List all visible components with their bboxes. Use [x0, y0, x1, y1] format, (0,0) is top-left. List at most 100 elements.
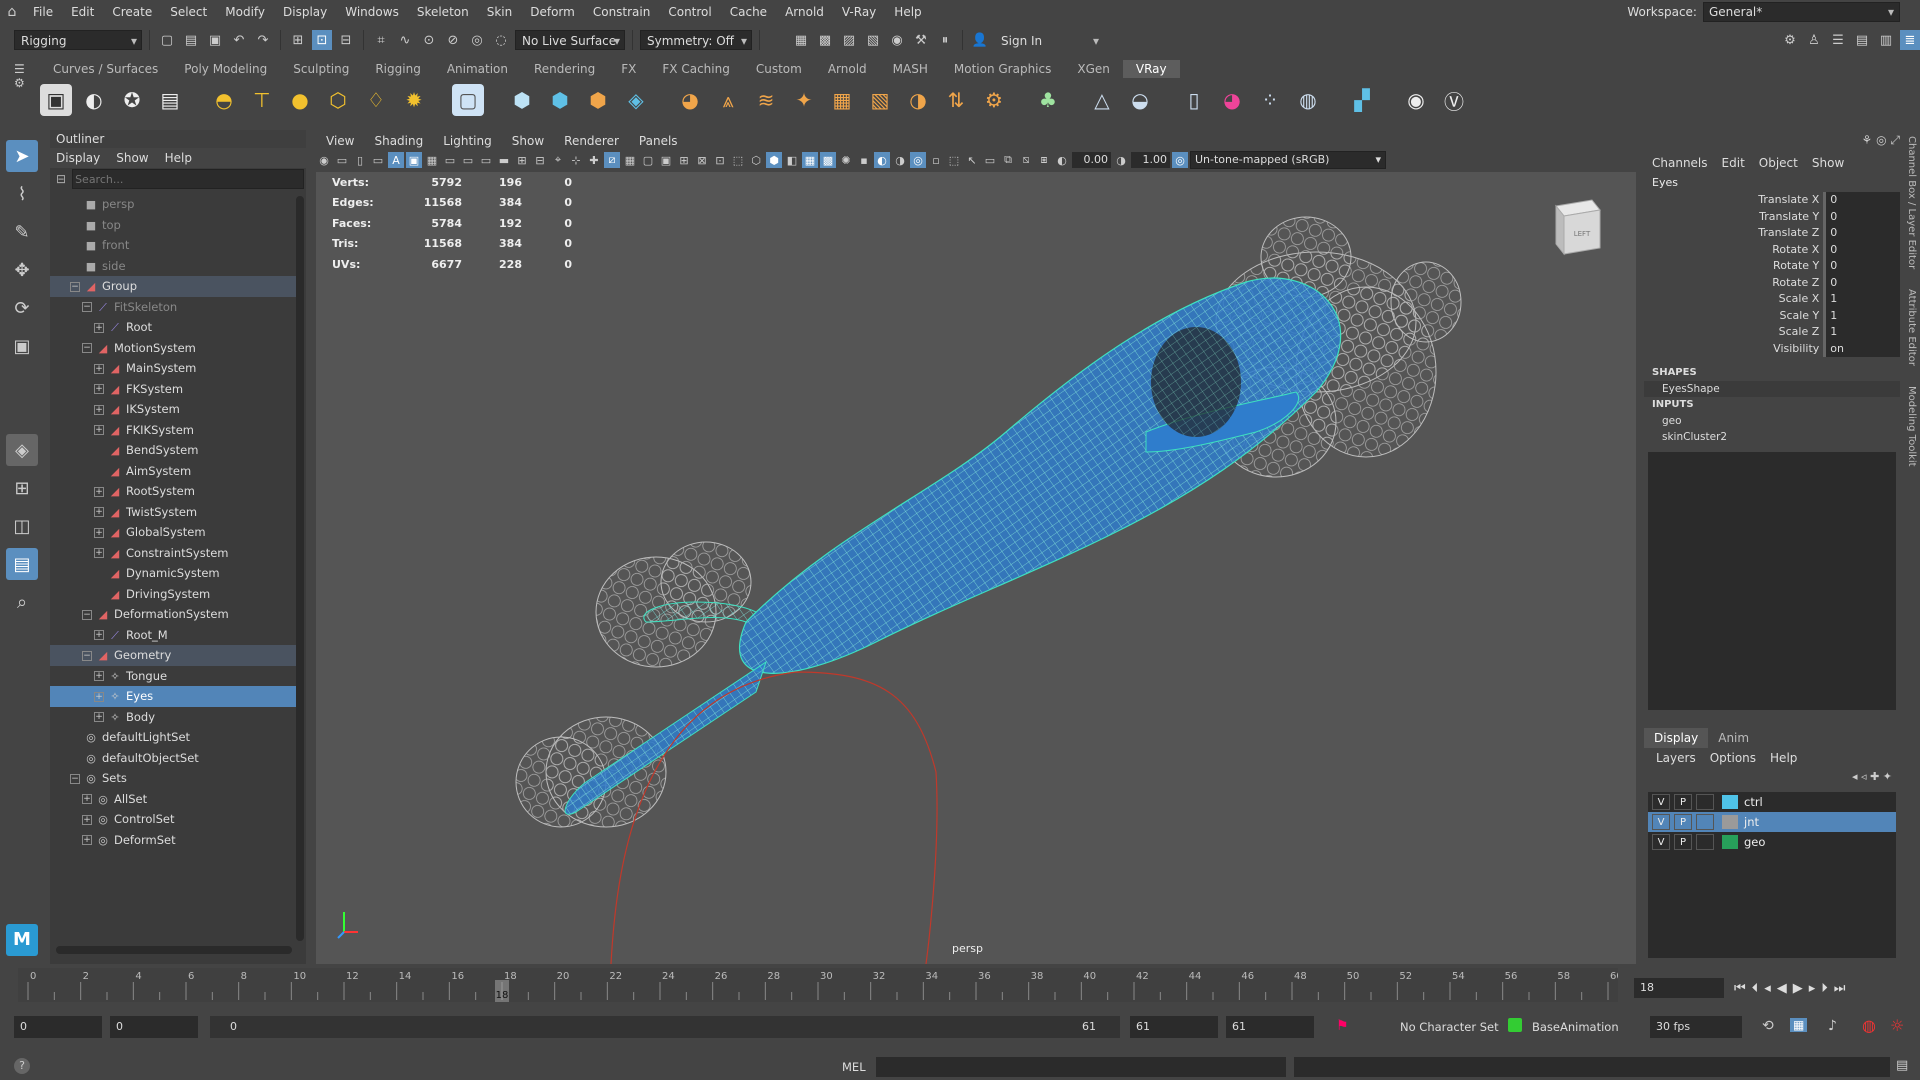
expand-icon[interactable]: +	[94, 548, 104, 558]
camera-attributes-icon[interactable]: ▭	[334, 152, 350, 168]
channelbox-menu-edit[interactable]: Edit	[1722, 152, 1745, 174]
shelf-tab-motiongraphics[interactable]: Motion Graphics	[941, 60, 1065, 78]
viewport-menu-panels[interactable]: Panels	[629, 132, 688, 150]
vray-settings-icon[interactable]: ▣	[40, 84, 72, 116]
outliner-item[interactable]: + ✧ Tongue	[50, 666, 296, 687]
anim-layer-dropdown[interactable]: BaseAnimation	[1532, 1020, 1619, 1034]
dock-tab-channelbox[interactable]: Channel Box / Layer Editor	[1906, 136, 1917, 269]
sign-in-button[interactable]: Sign In	[994, 30, 1104, 51]
expand-icon[interactable]: +	[82, 814, 92, 825]
menu-create[interactable]: Create	[103, 5, 161, 19]
channel-attribute-value[interactable]: 0	[1823, 241, 1900, 258]
layer-display-type-toggle[interactable]	[1696, 834, 1714, 850]
go-to-end-icon[interactable]: ⏭	[1834, 981, 1846, 996]
outliner-scrollbar[interactable]	[296, 196, 304, 941]
outliner-item[interactable]: − ⟋ FitSkeleton	[50, 297, 296, 318]
input-node-skincluster[interactable]: skinCluster2	[1644, 429, 1900, 445]
menu-cache[interactable]: Cache	[721, 5, 776, 19]
shelf-tab-custom[interactable]: Custom	[743, 60, 815, 78]
resolution-gate-icon[interactable]: ▭	[460, 152, 476, 168]
snap-live-icon[interactable]: ◌	[491, 30, 511, 50]
collapse-icon[interactable]: −	[82, 609, 92, 620]
vray-plane-icon[interactable]: ▢	[452, 84, 484, 116]
channel-attribute[interactable]: Scale X1	[1644, 291, 1900, 308]
layer-menu-layers[interactable]: Layers	[1656, 748, 1696, 768]
exposure-field[interactable]: 0.00	[1072, 152, 1111, 168]
layer-color-swatch[interactable]	[1722, 835, 1738, 849]
vray-displacement-icon[interactable]: ✦	[788, 84, 820, 116]
wireframe-on-shaded-icon[interactable]: ⬢	[766, 152, 782, 168]
2d-pan-zoom-icon[interactable]: A	[388, 152, 404, 168]
move-layer-up-icon[interactable]: ◂	[1852, 770, 1858, 783]
expand-icon[interactable]: +	[94, 322, 104, 333]
modeling-toolkit-icon[interactable]: ⚙	[1780, 30, 1800, 50]
loop-icon[interactable]: ⟲	[1762, 1018, 1774, 1034]
new-layer-icon[interactable]: ✚	[1870, 770, 1879, 783]
vray-material-icon[interactable]: ◑	[902, 84, 934, 116]
backface-icon[interactable]: ⧆	[1036, 152, 1052, 168]
vray-mesh-light-icon[interactable]: ⬡	[322, 84, 354, 116]
viewport-menu-shading[interactable]: Shading	[364, 132, 433, 150]
vray-grid-icon[interactable]: ▦	[826, 84, 858, 116]
shelf-tab-arnold[interactable]: Arnold	[815, 60, 880, 78]
symmetry-dropdown[interactable]: Symmetry: Off	[640, 30, 752, 51]
outliner-item[interactable]: + ◎ ControlSet	[50, 809, 296, 830]
menu-modify[interactable]: Modify	[216, 5, 274, 19]
expand-icon[interactable]: +	[94, 671, 104, 681]
smooth-shade-icon[interactable]: ⊠	[694, 152, 710, 168]
menu-vray[interactable]: V-Ray	[833, 5, 885, 19]
shelf-tab-fxcaching[interactable]: FX Caching	[649, 60, 742, 78]
viewcube-icon[interactable]: LEFT	[1552, 196, 1602, 258]
outliner-item[interactable]: + ◢ GlobalSystem	[50, 522, 296, 543]
sound-icon[interactable]: ♪	[1828, 1018, 1837, 1034]
rotate-tool-icon[interactable]: ⟳	[6, 292, 38, 324]
display-layer-row[interactable]: V Pgeo	[1648, 832, 1896, 852]
wireframe-icon[interactable]: ⧄	[604, 152, 620, 168]
outliner-search-input[interactable]	[72, 169, 305, 189]
textured-icon[interactable]: ◧	[784, 152, 800, 168]
outliner-item[interactable]: + ◢ ConstraintSystem	[50, 543, 296, 564]
vray-ies-light-icon[interactable]: ♢	[360, 84, 392, 116]
animation-end-field[interactable]: 61	[1226, 1016, 1314, 1038]
aa-icon[interactable]: ◑	[892, 152, 908, 168]
channel-attribute[interactable]: Translate Y0	[1644, 208, 1900, 225]
layer-display-type-toggle[interactable]	[1696, 814, 1714, 830]
vray-scene-icon[interactable]: ⬢	[582, 84, 614, 116]
vray-palette-icon[interactable]: ◍	[1292, 84, 1324, 116]
channel-attribute[interactable]: Scale Y1	[1644, 307, 1900, 324]
layer-playback-toggle[interactable]: P	[1674, 794, 1692, 810]
shelf-tab-rigging[interactable]: Rigging	[362, 60, 433, 78]
channel-attribute-value[interactable]: 0	[1823, 274, 1900, 291]
expand-icon[interactable]: +	[94, 486, 104, 497]
outliner-item[interactable]: + ⟋ Root_M	[50, 625, 296, 646]
menu-file[interactable]: File	[24, 5, 62, 19]
cache-playback-icon[interactable]: ▦	[1790, 1018, 1808, 1032]
expand-icon[interactable]: +	[94, 507, 104, 517]
render-view-icon[interactable]: ▦	[791, 30, 811, 50]
step-forward-key-icon[interactable]: ▸	[1809, 981, 1816, 996]
anim-prefs-icon[interactable]: ◍	[1862, 1016, 1876, 1035]
command-language-label[interactable]: MEL	[842, 1060, 866, 1074]
vray-render-icon[interactable]: ⚒	[911, 30, 931, 50]
shelf-tab-mash[interactable]: MASH	[880, 60, 941, 78]
outliner-item[interactable]: + ◢ FKSystem	[50, 379, 296, 400]
outliner-item[interactable]: − ◢ Geometry	[50, 645, 296, 666]
channel-attribute[interactable]: Translate X0	[1644, 192, 1900, 209]
outliner-item[interactable]: ■ persp	[50, 194, 296, 215]
expand-icon[interactable]: +	[94, 630, 104, 640]
channel-attribute-value[interactable]: 0	[1823, 208, 1900, 225]
range-slider[interactable]: 0 61	[210, 1016, 1120, 1038]
channelbox-menu-object[interactable]: Object	[1759, 152, 1798, 174]
expand-icon[interactable]: +	[82, 835, 92, 845]
vray-forest-icon[interactable]: ♣	[1032, 84, 1064, 116]
layer-color-swatch[interactable]	[1722, 815, 1738, 829]
shelf-tab-curves[interactable]: Curves / Surfaces	[40, 60, 171, 78]
vray-clipper-icon[interactable]: ⇅	[940, 84, 972, 116]
vray-doc-icon[interactable]: ▯	[1178, 84, 1210, 116]
snap-point-icon[interactable]: ⊙	[419, 30, 439, 50]
layer-display-type-toggle[interactable]	[1696, 794, 1714, 810]
film-gate-icon[interactable]: ▭	[442, 152, 458, 168]
select-camera-icon[interactable]: ◉	[316, 152, 332, 168]
channel-attribute[interactable]: Rotate Y0	[1644, 258, 1900, 275]
menu-edit[interactable]: Edit	[62, 5, 103, 19]
